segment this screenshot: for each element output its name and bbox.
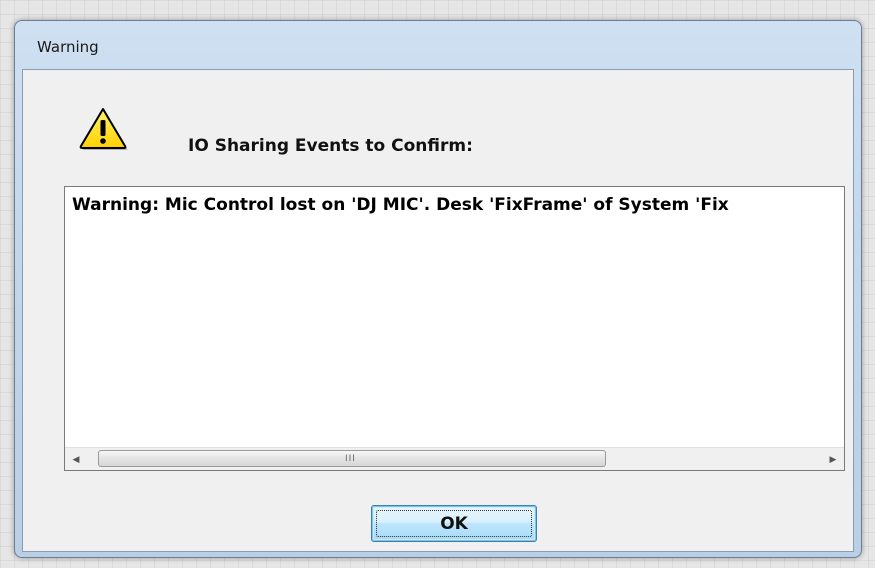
- ok-button-label: OK: [440, 513, 468, 534]
- warning-dialog-window: Warning IO Sharing Events to Confirm: Wa…: [14, 20, 862, 558]
- horizontal-scrollbar[interactable]: ◀ III ▶: [65, 447, 844, 470]
- scroll-thumb[interactable]: III: [98, 450, 606, 467]
- title-bar[interactable]: Warning: [15, 21, 861, 69]
- scroll-left-arrow-icon[interactable]: ◀: [65, 448, 87, 470]
- events-listbox[interactable]: Warning: Mic Control lost on 'DJ MIC'. D…: [64, 186, 845, 471]
- warning-triangle-icon: [78, 106, 128, 150]
- ok-button[interactable]: OK: [371, 505, 537, 542]
- scroll-grip-icon: III: [345, 454, 356, 464]
- scroll-right-arrow-icon[interactable]: ▶: [822, 448, 844, 470]
- window-title: Warning: [37, 38, 99, 56]
- dialog-heading: IO Sharing Events to Confirm:: [188, 136, 473, 156]
- list-item[interactable]: Warning: Mic Control lost on 'DJ MIC'. D…: [72, 195, 729, 215]
- dialog-client-area: IO Sharing Events to Confirm: Warning: M…: [22, 69, 854, 552]
